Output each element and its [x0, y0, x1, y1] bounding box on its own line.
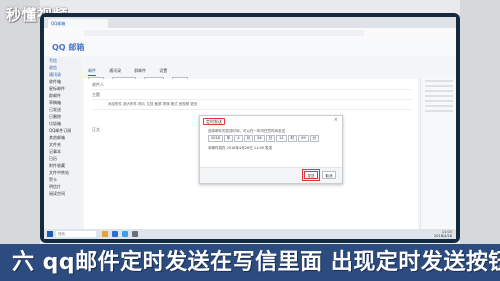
top-tabs: 邮件 通讯录 群邮件 设置 — [88, 57, 175, 76]
sidebar-item-notes[interactable]: 记事本 — [44, 148, 81, 155]
right-panel-line — [425, 85, 453, 87]
right-panel-line — [425, 90, 453, 92]
subject-field-line[interactable] — [92, 99, 412, 100]
caption-text: 六 qq邮件定时发送在写信里面 出现定时发送按钮 — [12, 250, 500, 275]
sidebar-item-group[interactable]: 群邮件 — [44, 92, 81, 99]
sidebar-item-starred[interactable]: 星标邮件 — [44, 85, 81, 92]
sidebar-item-other-mailbox[interactable]: 其他邮箱 — [44, 134, 81, 141]
sidebar-item-contacts[interactable]: 通讯录 — [44, 71, 81, 78]
dialog-cancel-button[interactable]: 取消 — [322, 171, 336, 179]
right-panel-line — [425, 95, 453, 97]
url-field[interactable] — [84, 30, 364, 36]
scheduled-send-dialog: 定时发送 × 选择邮件的发送时间，可以在一年内任意时间发送 2018 年 4 月 26 日… — [199, 115, 343, 184]
body-label: 正文 — [92, 127, 100, 132]
dialog-footer: 发送 取消 — [200, 167, 342, 183]
sidebar-item-subscriptions[interactable]: QQ邮件订阅 — [44, 127, 81, 134]
sidebar-item-spam[interactable]: 垃圾箱 — [44, 120, 81, 127]
to-label: 收件人 — [92, 82, 104, 87]
right-panel-line — [425, 100, 453, 102]
sidebar-item-reading[interactable]: 阅读空间 — [44, 190, 81, 197]
mail-logo: QQ 邮箱 — [52, 42, 84, 53]
dialog-title: 定时发送 — [203, 118, 225, 125]
app-icon[interactable] — [132, 231, 138, 237]
month-select[interactable]: 4 — [234, 135, 243, 142]
month-unit: 月 — [243, 135, 254, 142]
sidebar-item-drafts[interactable]: 草稿箱 — [44, 99, 81, 106]
sidebar-item-attachments[interactable]: 附件收藏 — [44, 162, 81, 169]
sidebar-item-deleted[interactable]: 已删除 — [44, 113, 81, 120]
close-icon[interactable]: × — [334, 117, 338, 123]
right-panel — [420, 77, 456, 239]
right-panel-line — [425, 80, 453, 82]
mail-logo-sub: 邮箱 — [68, 43, 85, 52]
background-left — [0, 0, 40, 281]
year-unit: 年 — [223, 135, 234, 142]
sidebar-item-write[interactable]: 写信 — [44, 57, 81, 64]
sidebar-item-cards[interactable]: 贺卡 — [44, 176, 81, 183]
day-unit: 日 — [265, 135, 276, 142]
right-panel-line — [425, 110, 453, 112]
mail-logo-main: QQ — [52, 43, 66, 52]
sidebar-item-postcards[interactable]: 明信片 — [44, 183, 81, 190]
datetime-selectors: 2018 年 4 月 26 日 11 时 09 分 — [208, 135, 320, 154]
taskbar-search[interactable]: 搜索 — [56, 231, 96, 237]
day-select[interactable]: 26 — [254, 135, 265, 142]
qq-icon[interactable] — [122, 231, 128, 237]
year-select[interactable]: 2018 — [208, 135, 223, 142]
mail-header: QQ 邮箱 — [44, 38, 456, 56]
minute-unit: 分 — [309, 135, 320, 142]
sidebar-item-calendar[interactable]: 日历 — [44, 155, 81, 162]
taskbar-clock[interactable]: 11:03 2018/4/26 — [434, 230, 452, 238]
sidebar-item-file-transfer[interactable]: 文件中转站 — [44, 169, 81, 176]
sidebar-item-receive[interactable]: 收信 — [44, 64, 81, 71]
minute-select[interactable]: 09 — [298, 135, 309, 142]
browser-tabstrip: QQ邮箱 — [44, 17, 456, 28]
hour-select[interactable]: 11 — [276, 135, 287, 142]
file-explorer-icon[interactable] — [102, 231, 108, 237]
screen: QQ邮箱 QQ 邮箱 邮件 通讯录 群邮件 设置 发送 定时发送 存草稿 关闭 … — [44, 17, 456, 239]
clock-date: 2018/4/26 — [434, 234, 452, 238]
windows-taskbar: 搜索 11:03 2018/4/26 — [44, 229, 456, 239]
dialog-send-button[interactable]: 发送 — [304, 171, 318, 179]
sidebar-item-sent[interactable]: 已发送 — [44, 106, 81, 113]
browser-tab[interactable]: QQ邮箱 — [48, 19, 108, 28]
background-right — [460, 0, 500, 281]
subject-label: 主题 — [92, 92, 100, 97]
editor-toolbar-line — [92, 109, 412, 110]
caption-bar: 六 qq邮件定时发送在写信里面 出现定时发送按钮 — [0, 244, 500, 281]
compose-toolbar: 发送 定时发送 存草稿 关闭 — [88, 68, 191, 86]
right-panel-line — [425, 105, 453, 107]
to-field-line[interactable] — [92, 89, 412, 90]
sidebar-item-inbox[interactable]: 收件箱 — [44, 78, 81, 85]
dialog-description: 选择邮件的发送时间，可以在一年内任意时间发送 — [208, 129, 285, 133]
attachment-bar[interactable]: 添加附件 超大附件 照片 文档 截屏 表情 格式 音视频 更多 — [108, 102, 197, 107]
browser-icon[interactable] — [112, 231, 118, 237]
sidebar-item-folders[interactable]: 文件夹 — [44, 141, 81, 148]
hour-unit: 时 — [287, 135, 298, 142]
mail-sidebar: 写信 收信 通讯录 收件箱 星标邮件 群邮件 草稿箱 已发送 已删除 垃圾箱 Q… — [44, 57, 81, 239]
start-icon[interactable] — [47, 231, 53, 237]
dialog-schedule-info: 本邮件将在 2018年4月26日 11:09 发送 — [208, 146, 273, 150]
